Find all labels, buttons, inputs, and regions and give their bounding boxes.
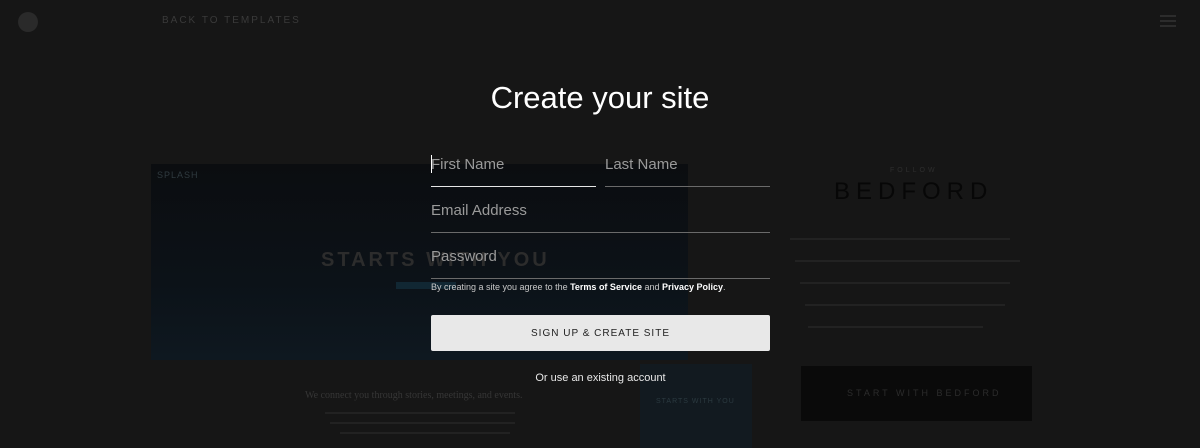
template-kicker: FOLLOW: [890, 167, 938, 174]
privacy-policy-link[interactable]: Privacy Policy: [662, 282, 723, 292]
preview-text-line: [325, 412, 515, 414]
email-input[interactable]: [431, 199, 770, 221]
template-name: BEDFORD: [834, 178, 994, 205]
template-description-line: [800, 282, 1010, 284]
start-with-template-label: START WITH BEDFORD: [847, 388, 1002, 398]
last-name-field: [605, 143, 770, 187]
background-topbar: BACK TO TEMPLATES: [0, 0, 1200, 44]
preview-text-line: [330, 422, 515, 424]
start-with-template-button: START WITH BEDFORD: [801, 366, 1032, 421]
hamburger-menu-icon: [1160, 15, 1176, 27]
preview-text-line: [340, 432, 510, 434]
template-description-line: [805, 304, 1005, 306]
first-name-field: [431, 143, 596, 187]
password-input[interactable]: [431, 245, 770, 267]
existing-account-link[interactable]: Or use an existing account: [431, 372, 770, 384]
thumbnail-headline: STARTS WITH YOU: [656, 398, 735, 405]
email-field: [431, 189, 770, 233]
terms-of-service-link[interactable]: Terms of Service: [570, 282, 642, 292]
password-field: [431, 235, 770, 279]
terms-prefix: By creating a site you agree to the: [431, 282, 571, 292]
last-name-input[interactable]: [605, 153, 770, 175]
terms-and: and: [641, 282, 662, 292]
modal-title: Create your site: [490, 80, 710, 115]
preview-caption: We connect you through stories, meetings…: [305, 390, 523, 401]
first-name-input[interactable]: [431, 153, 596, 175]
signup-create-site-button[interactable]: SIGN UP & CREATE SITE: [431, 315, 770, 351]
terms-suffix: .: [723, 282, 726, 292]
squarespace-logo-icon: [18, 12, 38, 32]
preview-tag: SPLASH: [157, 170, 199, 180]
template-description-line: [808, 326, 983, 328]
back-to-templates-link: BACK TO TEMPLATES: [162, 15, 301, 26]
template-description-line: [790, 238, 1010, 240]
template-description-line: [795, 260, 1020, 262]
terms-notice: By creating a site you agree to the Term…: [431, 282, 791, 292]
